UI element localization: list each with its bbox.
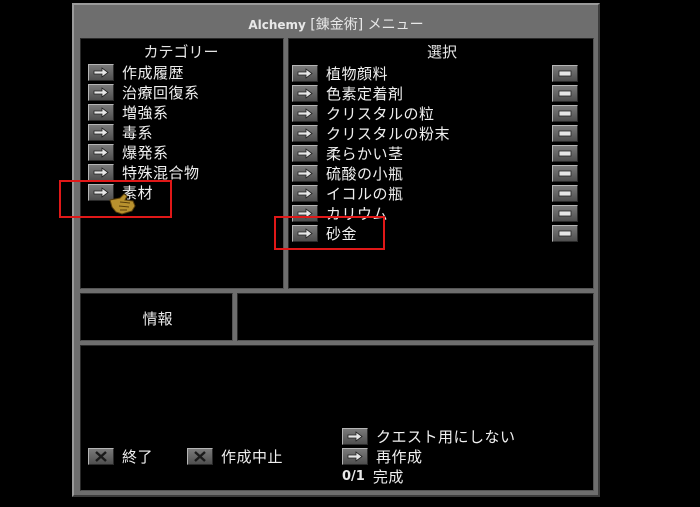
- category-item[interactable]: 治療回復系: [88, 82, 200, 102]
- selection-item[interactable]: 柔らかい茎: [292, 143, 404, 163]
- category-item-label: 作成履歴: [122, 63, 185, 82]
- quantity-button[interactable]: [552, 163, 578, 183]
- category-item-label: 毒系: [122, 123, 154, 142]
- blank-slot-icon: [552, 64, 578, 82]
- selection-item[interactable]: クリスタルの粒: [292, 103, 435, 123]
- blank-slot-icon: [552, 204, 578, 222]
- arrow-right-icon: [292, 84, 318, 102]
- arrow-right-icon: [292, 184, 318, 202]
- window-title-jp: [錬金術] メニュー: [310, 17, 424, 33]
- selection-item[interactable]: 色素定着剤: [292, 83, 404, 103]
- category-item[interactable]: 特殊混合物: [88, 162, 200, 182]
- arrow-right-icon: [88, 103, 114, 121]
- quantity-button[interactable]: [552, 83, 578, 103]
- category-item-label: 治療回復系: [122, 83, 200, 102]
- quantity-button[interactable]: [552, 183, 578, 203]
- category-item[interactable]: 毒系: [88, 122, 153, 142]
- selection-item-label: 色素定着剤: [326, 84, 404, 103]
- progress-label: 完成: [372, 467, 404, 486]
- recreate-button[interactable]: 再作成: [342, 446, 423, 466]
- selection-item[interactable]: イコルの瓶: [292, 183, 404, 203]
- arrow-right-icon: [88, 123, 114, 141]
- blank-slot-icon: [552, 104, 578, 122]
- close-x-icon: [187, 447, 213, 465]
- arrow-right-icon: [342, 447, 368, 465]
- selection-item-label: クリスタルの粉末: [326, 124, 451, 143]
- selection-item[interactable]: 硫酸の小瓶: [292, 163, 404, 183]
- blank-slot-icon: [552, 224, 578, 242]
- progress-status: 0/1 完成: [342, 466, 404, 486]
- quantity-button[interactable]: [552, 63, 578, 83]
- info-label: 情報: [142, 310, 173, 328]
- cancel-crafting-label: 作成中止: [221, 447, 284, 466]
- category-item-label: 増強系: [122, 103, 169, 122]
- footer-pane: [80, 345, 594, 491]
- quantity-button[interactable]: [552, 123, 578, 143]
- quit-label: 終了: [122, 447, 154, 466]
- blank-slot-icon: [552, 144, 578, 162]
- selection-item[interactable]: クリスタルの粉末: [292, 123, 450, 143]
- info-value-pane: [237, 293, 594, 341]
- window-title-latin: Alchemy: [248, 18, 306, 32]
- quantity-button[interactable]: [552, 143, 578, 163]
- close-x-icon: [88, 447, 114, 465]
- selection-item-label: 柔らかい茎: [326, 144, 404, 163]
- info-label-pane: 情報: [80, 293, 233, 341]
- quit-button[interactable]: 終了: [88, 446, 153, 466]
- arrow-right-icon: [292, 104, 318, 122]
- progress-count: 0/1: [342, 468, 365, 484]
- selection-item-label: イコルの瓶: [326, 184, 404, 203]
- recreate-label: 再作成: [376, 447, 423, 466]
- category-item[interactable]: 爆発系: [88, 142, 169, 162]
- blank-slot-icon: [552, 124, 578, 142]
- quantity-button[interactable]: [552, 203, 578, 223]
- arrow-right-icon: [292, 164, 318, 182]
- cancel-crafting-button[interactable]: 作成中止: [187, 446, 283, 466]
- selection-header: 選択: [426, 43, 457, 61]
- arrow-right-icon: [292, 124, 318, 142]
- category-header: カテゴリー: [143, 43, 219, 61]
- selection-item-label: クリスタルの粒: [326, 104, 435, 123]
- no-quest-button[interactable]: クエスト用にしない: [342, 426, 516, 446]
- blank-slot-icon: [552, 164, 578, 182]
- selection-item-label: 硫酸の小瓶: [326, 164, 404, 183]
- arrow-right-icon: [88, 63, 114, 81]
- arrow-right-icon: [342, 427, 368, 445]
- highlight-gold-dust-item: [274, 216, 385, 250]
- arrow-right-icon: [88, 143, 114, 161]
- arrow-right-icon: [88, 83, 114, 101]
- quantity-button[interactable]: [552, 223, 578, 243]
- arrow-right-icon: [292, 144, 318, 162]
- blank-slot-icon: [552, 184, 578, 202]
- blank-slot-icon: [552, 84, 578, 102]
- arrow-right-icon: [88, 163, 114, 181]
- category-item[interactable]: 増強系: [88, 102, 169, 122]
- category-item-label: 爆発系: [122, 143, 169, 162]
- window-title: Alchemy [錬金術] メニュー: [74, 14, 598, 34]
- hand-cursor-icon: [108, 192, 138, 220]
- selection-item[interactable]: 植物顔料: [292, 63, 388, 83]
- selection-item-label: 植物顔料: [326, 64, 389, 83]
- no-quest-label: クエスト用にしない: [376, 427, 516, 446]
- quantity-button[interactable]: [552, 103, 578, 123]
- arrow-right-icon: [292, 64, 318, 82]
- category-item[interactable]: 作成履歴: [88, 62, 184, 82]
